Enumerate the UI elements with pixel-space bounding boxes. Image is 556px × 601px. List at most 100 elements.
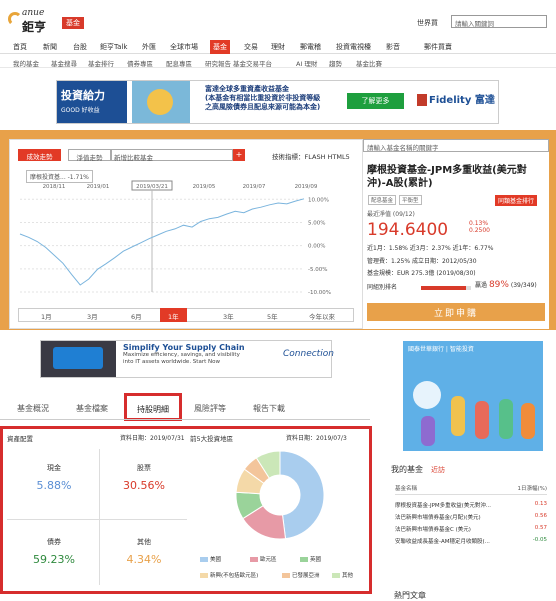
performance-line-chart[interactable]: 10.00% 5.00% 0.00% -5.00% -10.00% 2018/11 2019… <box>14 180 360 302</box>
banner-headline: 富達全球多重資產收益基金 <box>205 85 289 93</box>
peer-rank-button[interactable]: 同類基金排行 <box>495 195 538 206</box>
anue-logo[interactable]: anue 鉅亨 <box>8 8 60 34</box>
table-row[interactable]: 安聯收益成長基金-AM穩定月收類股(... -0.05 <box>395 537 547 545</box>
tab-nav[interactable]: 淨值走勢 <box>68 149 111 162</box>
subnav-item[interactable]: 債券專區 <box>127 58 153 68</box>
period-3y[interactable]: 3年 <box>223 311 234 321</box>
fund-row-name[interactable]: 安聯收益成長基金-AM穩定月收類股(... <box>395 539 490 545</box>
connection-ad[interactable]: Simplify Your Supply Chain Maximize effi… <box>40 340 334 378</box>
legend-swatch <box>300 557 308 562</box>
person-icon <box>475 401 489 439</box>
subnav-item[interactable]: AI 理財 <box>296 58 317 68</box>
rank-value: 贏過 89% (39/349) <box>475 280 537 290</box>
regions-donut-chart[interactable] <box>190 445 370 555</box>
nav-item[interactable]: 首頁 <box>13 42 27 52</box>
tab-holdings[interactable]: 持股明細 <box>124 393 182 421</box>
fund-tag: 配息基金 <box>368 195 397 205</box>
legend-label: 美國 <box>210 557 222 563</box>
fund-row-value: 0.13 <box>534 501 547 507</box>
nav-item[interactable]: 新聞 <box>43 42 57 52</box>
period-1y[interactable]: 1年 <box>160 308 187 322</box>
table-row[interactable]: 法巴新興市場債券基金C (美元) 0.57 <box>395 525 547 533</box>
subnav-item[interactable]: 基金比賽 <box>356 58 382 68</box>
ad-text: Simplify Your Supply Chain Maximize effi… <box>123 343 283 366</box>
tab-risk[interactable]: 風險評等 <box>194 403 226 414</box>
banner-learn-more-button[interactable]: 了解更多 <box>347 93 404 109</box>
alloc-label: 債券 <box>47 538 61 546</box>
person-icon <box>521 403 535 439</box>
nav-item[interactable]: 郵件買賣 <box>424 42 452 52</box>
add-compare-button[interactable]: + <box>233 149 245 161</box>
alloc-cash: 現金 5.88% <box>11 447 97 517</box>
alloc-label: 現金 <box>47 464 61 472</box>
legend-item: 已發展亞洲 <box>282 571 320 579</box>
my-funds-title: 我的基金 <box>391 465 423 474</box>
popular-articles-heading: 熱門文章 <box>394 591 426 600</box>
nav-item[interactable]: 理財 <box>271 42 285 52</box>
fund-tag: 平衡型 <box>399 195 422 205</box>
fee-info: 管理費：1.25% 成立日期：2012/05/30 <box>367 258 477 265</box>
rank-count: (39/349) <box>510 282 537 289</box>
nav-item[interactable]: 影音 <box>386 42 400 52</box>
asset-allocation: 資產配置 資料日期：2019/07/31 現金 5.88% 股票 30.56% … <box>7 431 187 591</box>
tab-overview[interactable]: 基金概況 <box>17 403 49 414</box>
table-row[interactable]: 法巴新興市場債券基金(月配)(美元) 0.56 <box>395 513 547 521</box>
cathay-ad[interactable]: 國泰世華銀行 | 智能投資 <box>403 341 543 451</box>
tab-reports[interactable]: 報告下載 <box>253 403 285 414</box>
nav-item[interactable]: 鉅亨Talk <box>100 42 127 52</box>
fund-series-line[interactable] <box>19 198 305 286</box>
alloc-label: 其他 <box>137 538 151 546</box>
fund-search-input[interactable]: 請輸入基金名稱的關鍵字 <box>363 139 549 152</box>
nav-item[interactable]: 台股 <box>73 42 87 52</box>
donut-slice[interactable] <box>279 450 325 540</box>
tab-profile[interactable]: 基金檔案 <box>76 403 108 414</box>
section-tag[interactable]: 基金 <box>62 17 84 29</box>
legend-swatch <box>282 573 290 578</box>
period-6m[interactable]: 6月 <box>131 311 142 321</box>
legend-item: 新興(不包括歐元區) <box>200 571 258 579</box>
period-5y[interactable]: 5年 <box>267 311 278 321</box>
ad-title: Simplify Your Supply Chain <box>123 343 245 352</box>
fund-row-name[interactable]: 摩根投資基金-JPM多重收益(美元對沖... <box>395 503 491 509</box>
nav-item-fund[interactable]: 基金 <box>210 40 230 54</box>
nav-item[interactable]: 投資電視檯 <box>336 42 371 52</box>
nav-item[interactable]: 全球市場 <box>170 42 198 52</box>
x-tick-label: 2018/11 <box>43 184 66 190</box>
fidelity-banner-ad[interactable]: 投資給力 GOOD 好收益 富達全球多重資產收益基金 (本基金有相當比重投資於非… <box>56 80 499 124</box>
period-ytd[interactable]: 今年以來 <box>309 311 335 321</box>
search-input[interactable]: 請輸入關鍵詞 <box>451 15 547 28</box>
regions-title: 前5大投資地區 <box>190 435 234 443</box>
nav-item[interactable]: 交易 <box>244 42 258 52</box>
subnav-item[interactable]: 配息專區 <box>166 58 192 68</box>
period-1m[interactable]: 1月 <box>41 311 52 321</box>
col-change: 1日漲幅(%) <box>517 486 547 492</box>
fund-info-panel: 請輸入基金名稱的關鍵字 摩根投資基金-JPM多重收益(美元對沖)-A股(累計) … <box>363 139 549 329</box>
rank-pct: 89% <box>488 280 509 290</box>
subnav-item[interactable]: 趨勢 <box>329 58 342 68</box>
fund-row-name[interactable]: 法巴新興市場債券基金(月配)(美元) <box>395 515 481 521</box>
compare-fund-input[interactable]: 新增比較基金 <box>111 149 233 162</box>
table-row[interactable]: 摩根投資基金-JPM多重收益(美元對沖... 0.13 <box>395 501 547 509</box>
subnav-item[interactable]: 基金交易平台 <box>233 58 272 68</box>
fund-size: 基金規模：EUR 275.3億 (2019/08/30) <box>367 270 476 277</box>
nav-item[interactable]: 郵電稽 <box>300 42 321 52</box>
subnav-item[interactable]: 基金搜尋 <box>51 58 77 68</box>
period-3m[interactable]: 3月 <box>87 311 98 321</box>
top-link[interactable]: 世界買 <box>417 18 438 28</box>
alloc-other: 其他 4.34% <box>101 521 187 591</box>
tab-performance[interactable]: 成效走勢 <box>18 149 61 161</box>
subnav-item[interactable]: 基金排行 <box>88 58 114 68</box>
legend-label: 英國 <box>310 557 322 563</box>
nav-item[interactable]: 外匯 <box>142 42 156 52</box>
my-funds-table-header: 基金名稱 1日漲幅(%) <box>395 484 547 495</box>
regions-date: 資料日期：2019/07/3 <box>286 435 347 442</box>
fund-row-name[interactable]: 法巴新興市場債券基金C (美元) <box>395 527 471 533</box>
legend-label: 已發展亞洲 <box>292 573 320 579</box>
subnav-item[interactable]: 研究報告 <box>205 58 231 68</box>
apply-now-button[interactable]: 立即申購 <box>367 303 545 321</box>
alloc-label: 股票 <box>137 464 151 472</box>
subnav-item[interactable]: 我的基金 <box>13 58 39 68</box>
tech-indicator-label[interactable]: 技術指標：FLASH HTML5 <box>272 151 350 161</box>
recent-tab[interactable]: 近訪 <box>431 466 445 474</box>
performance-chart-panel: 成效走勢 淨值走勢 新增比較基金 + 技術指標：FLASH HTML5 摩根投資… <box>9 139 363 329</box>
